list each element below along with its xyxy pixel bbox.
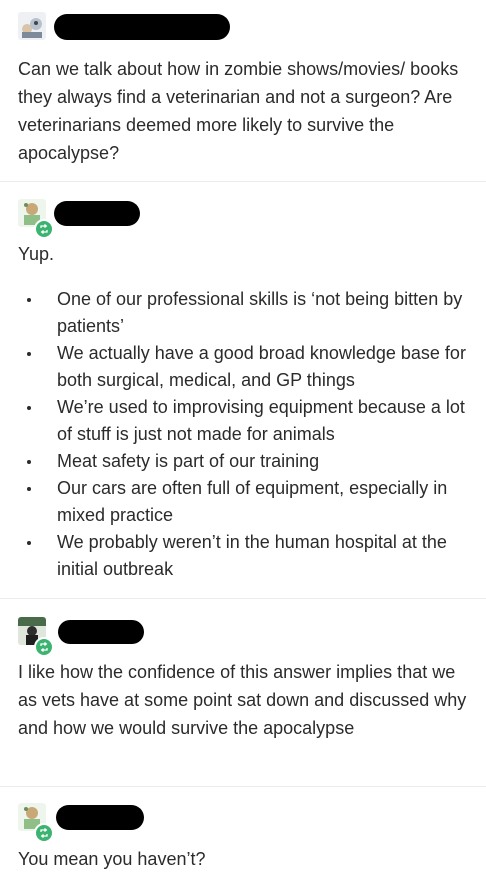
post-text: Can we talk about how in zombie shows/mo… <box>18 59 459 163</box>
bullet-dot <box>27 541 31 545</box>
avatar-icon <box>18 12 46 40</box>
bullet-dot <box>27 460 31 464</box>
bullet-dot <box>27 352 31 356</box>
list-item: Our cars are often full of equipment, es… <box>18 475 478 529</box>
reblog-icon <box>40 642 48 652</box>
list-item: We actually have a good broad knowledge … <box>18 340 478 394</box>
list-item: One of our professional skills is ‘not b… <box>18 286 478 340</box>
redacted-username <box>58 620 144 644</box>
reblog-badge <box>34 637 54 657</box>
list-item: We’re used to improvising equipment beca… <box>18 394 478 448</box>
reblog-icon <box>40 828 48 838</box>
list-item: We probably weren’t in the human hospita… <box>18 529 478 583</box>
bullet-dot <box>27 298 31 302</box>
post-divider <box>0 598 486 599</box>
list-item: Meat safety is part of our training <box>18 448 478 475</box>
reblog-badge <box>34 219 54 239</box>
post-divider <box>0 181 486 182</box>
post-text: You mean you haven’t? <box>18 849 206 869</box>
reply-intro: Yup. <box>18 244 55 264</box>
redacted-username <box>54 14 230 40</box>
bullet-list: One of our professional skills is ‘not b… <box>18 286 478 583</box>
reblog-badge <box>34 823 54 843</box>
bullet-dot <box>27 487 31 491</box>
bullet-dot <box>27 406 31 410</box>
avatar[interactable] <box>18 12 46 40</box>
post-text: I like how the confidence of this answer… <box>18 662 467 738</box>
redacted-username <box>56 805 144 830</box>
reblog-icon <box>40 224 48 234</box>
post-divider <box>0 786 486 787</box>
redacted-username <box>54 201 140 226</box>
